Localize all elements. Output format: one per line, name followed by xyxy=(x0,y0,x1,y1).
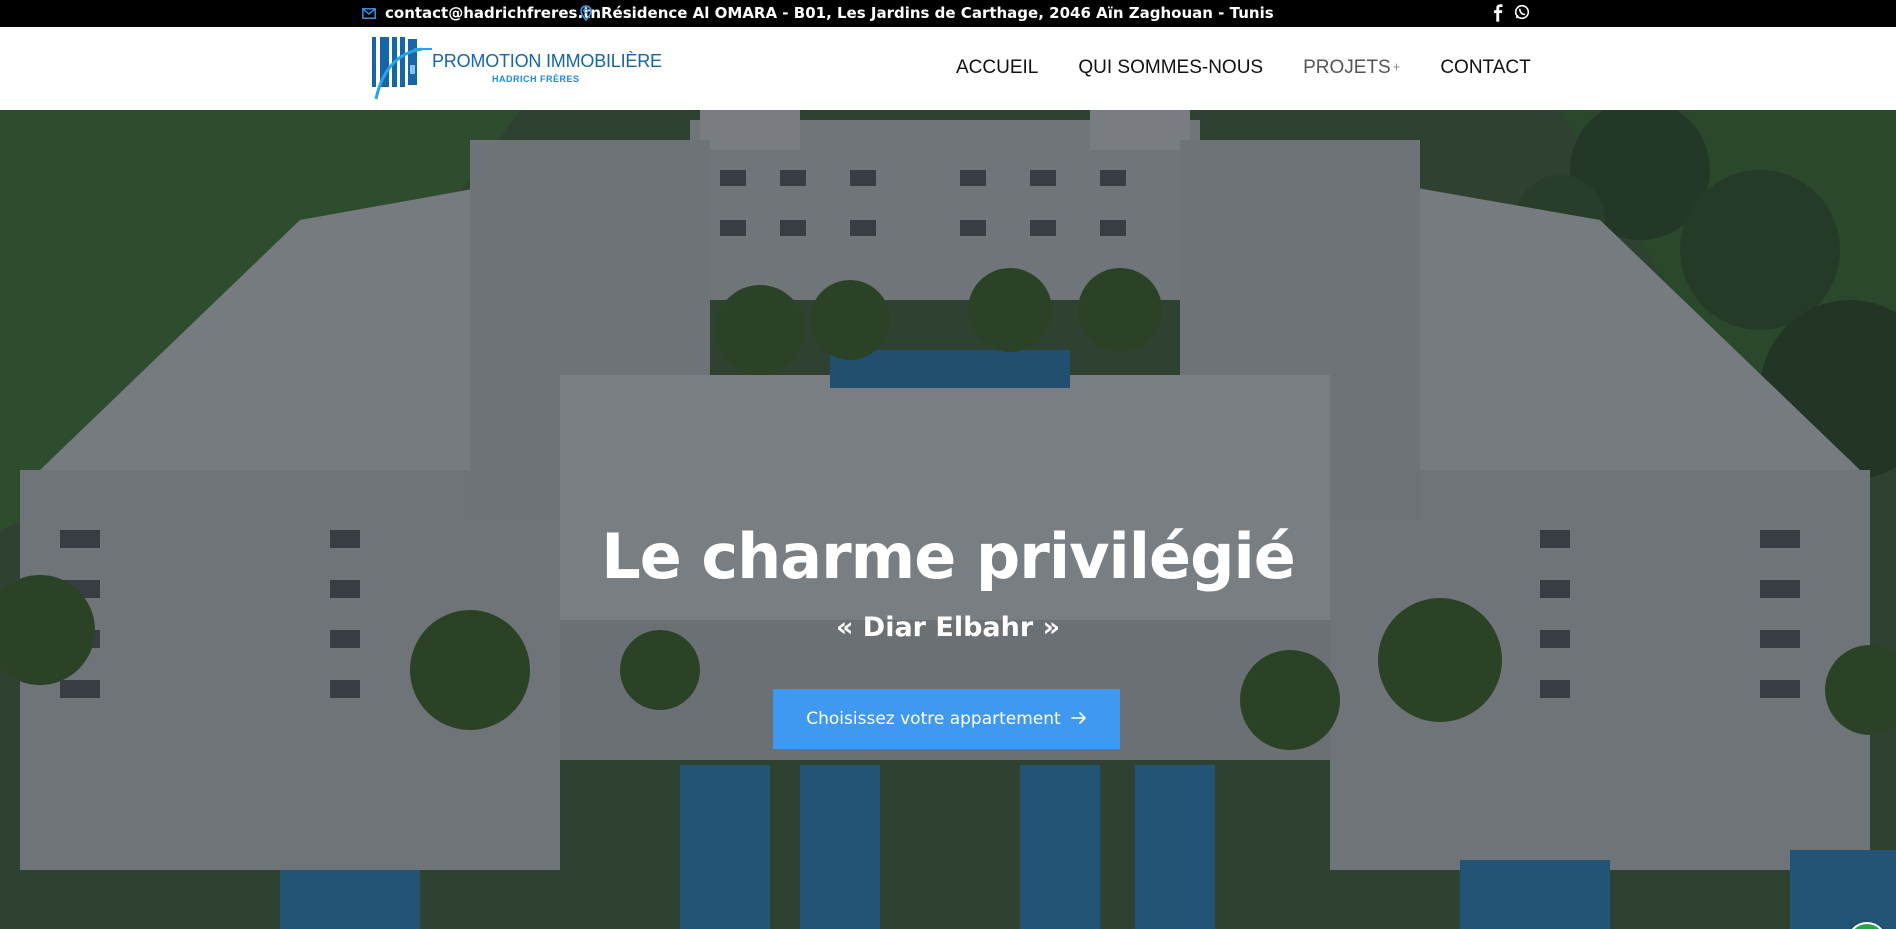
map-pin-icon xyxy=(580,5,592,21)
hero-subtitle: « Diar Elbahr » xyxy=(835,612,1061,643)
nav-item-contact[interactable]: CONTACT xyxy=(1440,57,1530,79)
nav-item-label[interactable]: QUI SOMMES-NOUS xyxy=(1078,57,1263,78)
nav-item-projets[interactable]: PROJETS + xyxy=(1303,57,1400,79)
mail-icon xyxy=(362,7,376,19)
topbar-email[interactable]: contact@hadrichfreres.tn xyxy=(362,4,601,22)
social-links xyxy=(1491,4,1530,22)
logo-subtitle: HADRICH FRÈRES xyxy=(492,74,580,84)
nav-item-qui-sommes-nous[interactable]: QUI SOMMES-NOUS xyxy=(1078,57,1263,79)
whatsapp-icon[interactable] xyxy=(1514,4,1530,22)
hero-title: Le charme privilégié xyxy=(601,520,1296,593)
facebook-icon[interactable] xyxy=(1491,4,1505,22)
logo-title: PROMOTION IMMOBILIÈRE xyxy=(432,51,662,71)
nav-item-label[interactable]: PROJETS xyxy=(1303,57,1391,78)
logo-mark xyxy=(372,37,432,100)
site-logo[interactable]: PROMOTION IMMOBILIÈRE HADRICH FRÈRES xyxy=(370,35,662,100)
nav-item-label[interactable]: ACCUEIL xyxy=(956,57,1038,78)
hero-section: Le charme privilégié « Diar Elbahr » Cho… xyxy=(0,110,1896,929)
top-contact-bar: contact@hadrichfreres.tn Résidence Al OM… xyxy=(0,0,1896,27)
nav-item-label[interactable]: CONTACT xyxy=(1440,57,1530,78)
nav-item-accueil[interactable]: ACCUEIL xyxy=(956,57,1038,79)
dropdown-plus-icon[interactable]: + xyxy=(1393,59,1401,74)
topbar-address: Résidence Al OMARA - B01, Les Jardins de… xyxy=(580,4,1274,22)
main-nav: ACCUEIL QUI SOMMES-NOUS PROJETS + CONTACT xyxy=(956,57,1531,79)
site-header: PROMOTION IMMOBILIÈRE HADRICH FRÈRES ACC… xyxy=(0,27,1896,110)
arrow-right-icon[interactable] xyxy=(1070,709,1087,729)
cta-label[interactable]: Choisissez votre appartement xyxy=(806,709,1060,729)
choose-apartment-button[interactable]: Choisissez votre appartement xyxy=(773,689,1120,749)
topbar-email-text[interactable]: contact@hadrichfreres.tn xyxy=(385,4,601,22)
topbar-address-text: Résidence Al OMARA - B01, Les Jardins de… xyxy=(601,4,1274,22)
